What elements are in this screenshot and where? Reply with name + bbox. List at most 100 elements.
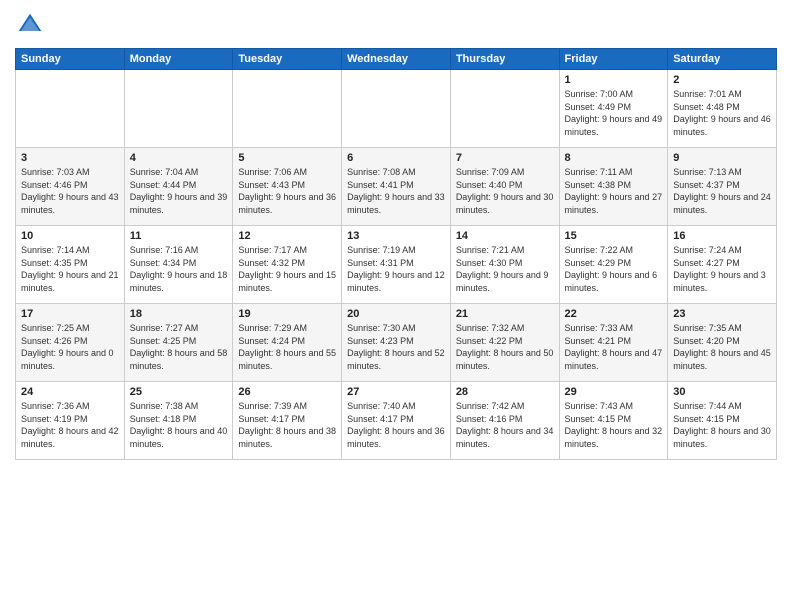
week-row-4: 24 Sunrise: 7:36 AM Sunset: 4:19 PM Dayli…: [16, 382, 777, 460]
day-cell: [342, 70, 451, 148]
day-number: 17: [21, 308, 119, 320]
col-header-friday: Friday: [559, 49, 668, 70]
day-number: 26: [238, 386, 336, 398]
day-cell: 11Sunrise: 7:16 AM Sunset: 4:34 PM Dayli…: [124, 226, 233, 304]
day-info: Sunrise: 7:03 AM Sunset: 4:46 PM Dayligh…: [21, 166, 119, 216]
day-info: Sunrise: 7:42 AM Sunset: 4:16 PM Dayligh…: [456, 400, 554, 450]
day-number: 7: [456, 152, 554, 164]
day-number: 4: [130, 152, 228, 164]
day-info: Sunrise: 7:22 AM Sunset: 4:29 PM Dayligh…: [565, 244, 663, 294]
day-cell: 13 Sunrise: 7:19 AM Sunset: 4:31 PM Dayli…: [342, 226, 451, 304]
day-number: 21: [456, 308, 554, 320]
day-cell: 19Sunrise: 7:29 AM Sunset: 4:24 PM Dayli…: [233, 304, 342, 382]
day-number: 3: [21, 152, 119, 164]
day-cell: [233, 70, 342, 148]
day-number: 8: [565, 152, 663, 164]
day-number: 13: [347, 230, 445, 242]
day-cell: 24 Sunrise: 7:36 AM Sunset: 4:19 PM Dayli…: [16, 382, 125, 460]
day-cell: 10Sunrise: 7:14 AM Sunset: 4:35 PM Dayli…: [16, 226, 125, 304]
day-number: 9: [673, 152, 771, 164]
day-cell: 30Sunrise: 7:44 AM Sunset: 4:15 PM Dayli…: [668, 382, 777, 460]
day-cell: 5Sunrise: 7:06 AM Sunset: 4:43 PM Daylig…: [233, 148, 342, 226]
day-number: 19: [238, 308, 336, 320]
day-cell: 14 Sunrise: 7:21 AM Sunset: 4:30 PM Dayli…: [450, 226, 559, 304]
week-row-1: 3 Sunrise: 7:03 AM Sunset: 4:46 PM Daylig…: [16, 148, 777, 226]
day-number: 25: [130, 386, 228, 398]
day-cell: 17 Sunrise: 7:25 AM Sunset: 4:26 PM Dayli…: [16, 304, 125, 382]
col-header-monday: Monday: [124, 49, 233, 70]
week-row-3: 17 Sunrise: 7:25 AM Sunset: 4:26 PM Dayli…: [16, 304, 777, 382]
day-number: 24: [21, 386, 119, 398]
day-info: Sunrise: 7:39 AM Sunset: 4:17 PM Dayligh…: [238, 400, 336, 450]
day-cell: 8 Sunrise: 7:11 AM Sunset: 4:38 PM Daylig…: [559, 148, 668, 226]
logo-icon: [15, 10, 45, 40]
day-number: 14: [456, 230, 554, 242]
day-number: 28: [456, 386, 554, 398]
day-info: Sunrise: 7:17 AM Sunset: 4:32 PM Dayligh…: [238, 244, 336, 294]
day-cell: 7 Sunrise: 7:09 AM Sunset: 4:40 PM Daylig…: [450, 148, 559, 226]
col-header-sunday: Sunday: [16, 49, 125, 70]
header-row: SundayMondayTuesdayWednesdayThursdayFrid…: [16, 49, 777, 70]
day-number: 23: [673, 308, 771, 320]
day-cell: 18 Sunrise: 7:27 AM Sunset: 4:25 PM Dayli…: [124, 304, 233, 382]
week-row-2: 10Sunrise: 7:14 AM Sunset: 4:35 PM Dayli…: [16, 226, 777, 304]
day-number: 10: [21, 230, 119, 242]
day-cell: 28 Sunrise: 7:42 AM Sunset: 4:16 PM Dayli…: [450, 382, 559, 460]
day-info: Sunrise: 7:09 AM Sunset: 4:40 PM Dayligh…: [456, 166, 554, 216]
day-cell: 21Sunrise: 7:32 AM Sunset: 4:22 PM Dayli…: [450, 304, 559, 382]
day-number: 11: [130, 230, 228, 242]
day-info: Sunrise: 7:33 AM Sunset: 4:21 PM Dayligh…: [565, 322, 663, 372]
day-number: 20: [347, 308, 445, 320]
day-info: Sunrise: 7:01 AM Sunset: 4:48 PM Dayligh…: [673, 88, 771, 138]
col-header-thursday: Thursday: [450, 49, 559, 70]
calendar-table: SundayMondayTuesdayWednesdayThursdayFrid…: [15, 48, 777, 460]
day-cell: 1 Sunrise: 7:00 AM Sunset: 4:49 PM Daylig…: [559, 70, 668, 148]
day-number: 15: [565, 230, 663, 242]
day-number: 12: [238, 230, 336, 242]
col-header-tuesday: Tuesday: [233, 49, 342, 70]
day-cell: 29 Sunrise: 7:43 AM Sunset: 4:15 PM Dayli…: [559, 382, 668, 460]
day-number: 30: [673, 386, 771, 398]
day-cell: 27Sunrise: 7:40 AM Sunset: 4:17 PM Dayli…: [342, 382, 451, 460]
day-cell: 16 Sunrise: 7:24 AM Sunset: 4:27 PM Dayli…: [668, 226, 777, 304]
day-info: Sunrise: 7:24 AM Sunset: 4:27 PM Dayligh…: [673, 244, 771, 294]
day-info: Sunrise: 7:13 AM Sunset: 4:37 PM Dayligh…: [673, 166, 771, 216]
day-info: Sunrise: 7:19 AM Sunset: 4:31 PM Dayligh…: [347, 244, 445, 294]
day-info: Sunrise: 7:08 AM Sunset: 4:41 PM Dayligh…: [347, 166, 445, 216]
page: SundayMondayTuesdayWednesdayThursdayFrid…: [0, 0, 792, 612]
day-number: 18: [130, 308, 228, 320]
day-cell: 3 Sunrise: 7:03 AM Sunset: 4:46 PM Daylig…: [16, 148, 125, 226]
day-number: 16: [673, 230, 771, 242]
col-header-wednesday: Wednesday: [342, 49, 451, 70]
day-info: Sunrise: 7:35 AM Sunset: 4:20 PM Dayligh…: [673, 322, 771, 372]
day-info: Sunrise: 7:30 AM Sunset: 4:23 PM Dayligh…: [347, 322, 445, 372]
day-number: 2: [673, 74, 771, 86]
day-number: 29: [565, 386, 663, 398]
day-cell: 6Sunrise: 7:08 AM Sunset: 4:41 PM Daylig…: [342, 148, 451, 226]
day-info: Sunrise: 7:43 AM Sunset: 4:15 PM Dayligh…: [565, 400, 663, 450]
day-info: Sunrise: 7:36 AM Sunset: 4:19 PM Dayligh…: [21, 400, 119, 450]
day-number: 5: [238, 152, 336, 164]
col-header-saturday: Saturday: [668, 49, 777, 70]
day-number: 27: [347, 386, 445, 398]
day-cell: 4 Sunrise: 7:04 AM Sunset: 4:44 PM Daylig…: [124, 148, 233, 226]
day-cell: 22 Sunrise: 7:33 AM Sunset: 4:21 PM Dayli…: [559, 304, 668, 382]
day-cell: 23 Sunrise: 7:35 AM Sunset: 4:20 PM Dayli…: [668, 304, 777, 382]
day-cell: 26 Sunrise: 7:39 AM Sunset: 4:17 PM Dayli…: [233, 382, 342, 460]
day-number: 1: [565, 74, 663, 86]
day-info: Sunrise: 7:11 AM Sunset: 4:38 PM Dayligh…: [565, 166, 663, 216]
day-cell: 15 Sunrise: 7:22 AM Sunset: 4:29 PM Dayli…: [559, 226, 668, 304]
day-info: Sunrise: 7:27 AM Sunset: 4:25 PM Dayligh…: [130, 322, 228, 372]
day-info: Sunrise: 7:04 AM Sunset: 4:44 PM Dayligh…: [130, 166, 228, 216]
day-info: Sunrise: 7:21 AM Sunset: 4:30 PM Dayligh…: [456, 244, 554, 294]
logo: [15, 10, 49, 40]
day-cell: 20 Sunrise: 7:30 AM Sunset: 4:23 PM Dayli…: [342, 304, 451, 382]
day-cell: 2 Sunrise: 7:01 AM Sunset: 4:48 PM Daylig…: [668, 70, 777, 148]
header: [15, 10, 777, 40]
day-cell: 25Sunrise: 7:38 AM Sunset: 4:18 PM Dayli…: [124, 382, 233, 460]
day-info: Sunrise: 7:00 AM Sunset: 4:49 PM Dayligh…: [565, 88, 663, 138]
day-number: 22: [565, 308, 663, 320]
day-cell: [124, 70, 233, 148]
day-cell: [16, 70, 125, 148]
day-info: Sunrise: 7:25 AM Sunset: 4:26 PM Dayligh…: [21, 322, 119, 372]
